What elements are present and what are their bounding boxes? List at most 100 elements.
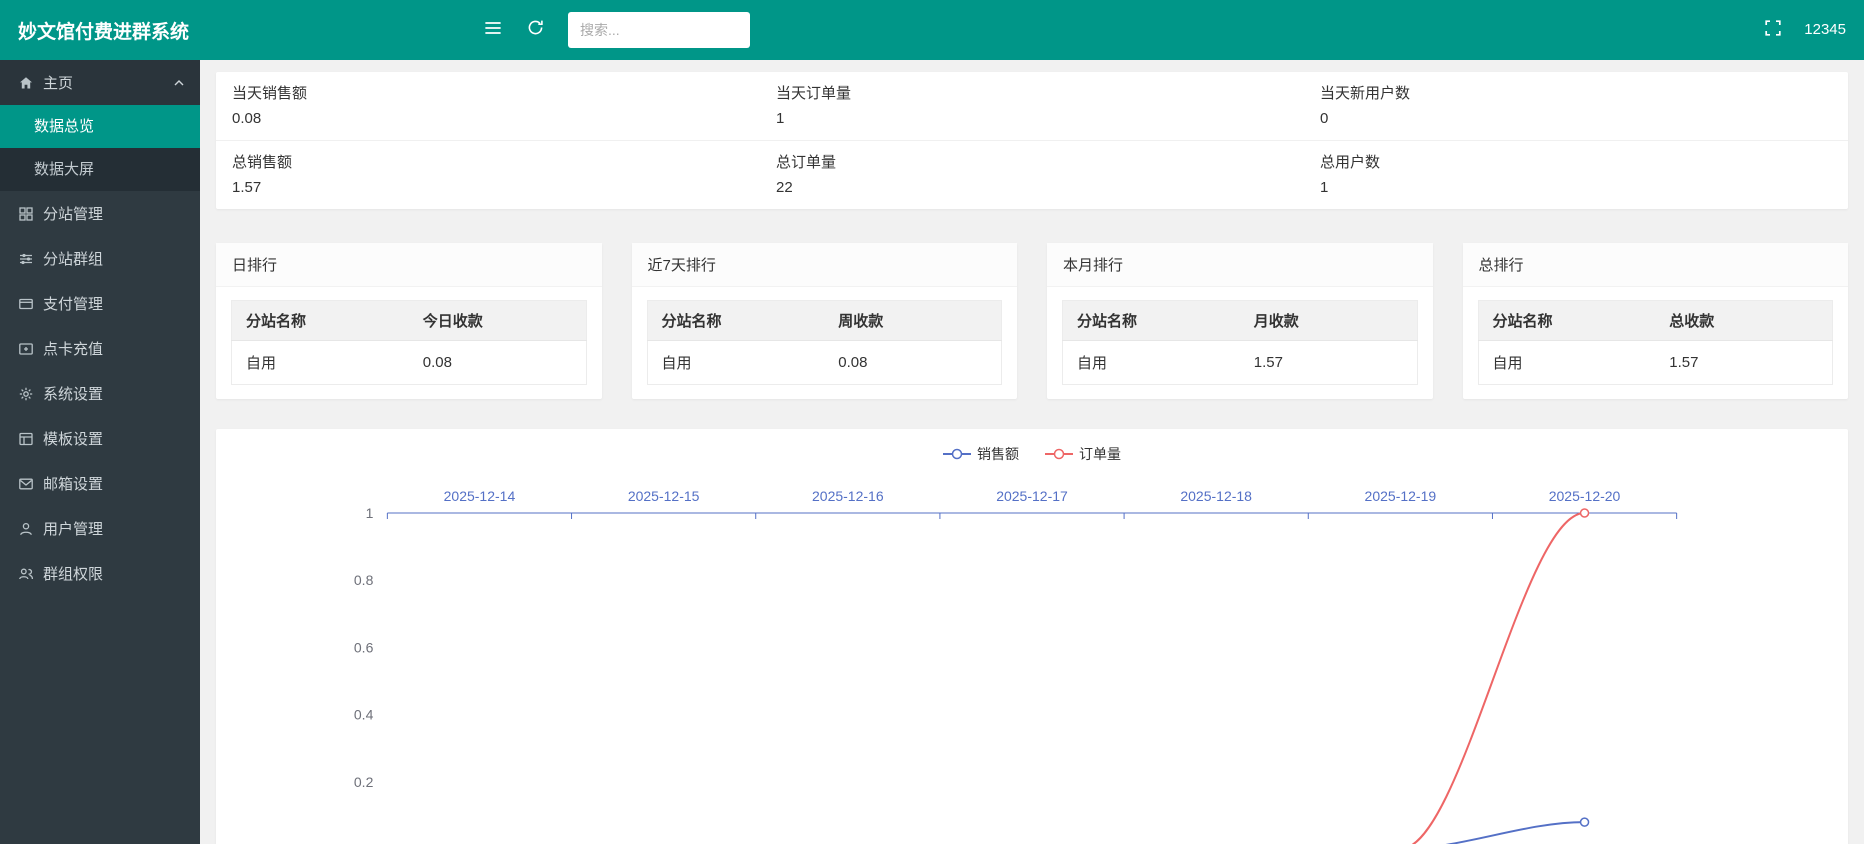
- sidebar-item-data-screen[interactable]: 数据大屏: [0, 148, 200, 191]
- header-search: [568, 12, 750, 48]
- sidebar-item-label: 主页: [43, 72, 73, 93]
- cell-site-name: 自用: [1063, 341, 1240, 385]
- legend-label: 订单量: [1079, 444, 1121, 464]
- cell-amount: 1.57: [1240, 341, 1417, 385]
- svg-text:2025-12-20: 2025-12-20: [1549, 488, 1621, 504]
- stats-row-today: 当天销售额 0.08 当天订单量 1 当天新用户数 0: [216, 72, 1848, 140]
- column-header-site: 分站名称: [1063, 301, 1240, 341]
- fullscreen-icon: [1763, 18, 1783, 43]
- sidebar-item-card-recharge[interactable]: 点卡充值: [0, 326, 200, 371]
- stat-value: 1: [1320, 179, 1848, 196]
- app-title: 妙文馆付费进群系统: [0, 17, 200, 44]
- menu-collapse-button[interactable]: [472, 0, 514, 60]
- sales-chart: 00.20.40.60.812025-12-142025-12-142025-1…: [216, 471, 1848, 844]
- column-header-site: 分站名称: [647, 301, 824, 341]
- sidebar-item-data-overview[interactable]: 数据总览: [0, 105, 200, 148]
- payment-icon: [18, 296, 34, 312]
- gear-icon: [18, 386, 34, 402]
- fullscreen-button[interactable]: [1752, 0, 1794, 60]
- sidebar-item-mail-settings[interactable]: 邮箱设置: [0, 461, 200, 506]
- stat-label: 总用户数: [1320, 151, 1848, 172]
- legend-item[interactable]: 订单量: [1045, 444, 1121, 464]
- svg-text:2025-12-18: 2025-12-18: [1180, 488, 1252, 504]
- ranking-card-title: 本月排行: [1047, 243, 1433, 287]
- sales-chart-card: 销售额订单量 00.20.40.60.812025-12-142025-12-1…: [216, 429, 1848, 844]
- table-row: 自用 1.57: [1063, 341, 1418, 385]
- sidebar-item-system-settings[interactable]: 系统设置: [0, 371, 200, 416]
- svg-text:0.4: 0.4: [354, 707, 374, 723]
- stat-value: 0.08: [232, 110, 760, 127]
- ranking-card-7days: 近7天排行 分站名称 周收款 自用 0.08: [632, 243, 1018, 399]
- sidebar-item-label: 用户管理: [43, 518, 103, 539]
- stat-today-sales: 当天销售额 0.08: [216, 82, 760, 127]
- svg-text:2025-12-15: 2025-12-15: [628, 488, 700, 504]
- svg-text:2025-12-19: 2025-12-19: [1365, 488, 1437, 504]
- cell-site-name: 自用: [232, 341, 409, 385]
- sidebar-item-label: 系统设置: [43, 383, 103, 404]
- stat-value: 22: [776, 179, 1304, 196]
- table-row: 自用 1.57: [1478, 341, 1833, 385]
- sidebar-item-template-settings[interactable]: 模板设置: [0, 416, 200, 461]
- chart-legend: 销售额 订单量: [216, 443, 1848, 465]
- column-header-amount: 今日收款: [409, 301, 586, 341]
- column-header-amount: 总收款: [1655, 301, 1832, 341]
- sidebar-item-substation-manage[interactable]: 分站管理: [0, 191, 200, 236]
- stat-label: 当天订单量: [776, 82, 1304, 103]
- table-row: 自用 0.08: [232, 341, 587, 385]
- sidebar-group-home: 主页 数据总览 数据大屏: [0, 60, 200, 191]
- svg-text:0.6: 0.6: [354, 639, 374, 655]
- sidebar-item-user-manage[interactable]: 用户管理: [0, 506, 200, 551]
- main-content: 当天销售额 0.08 当天订单量 1 当天新用户数 0 总销售额 1.57 总订…: [200, 60, 1864, 844]
- ranking-table: 分站名称 月收款 自用 1.57: [1062, 300, 1418, 385]
- sidebar-item-payment-manage[interactable]: 支付管理: [0, 281, 200, 326]
- search-input[interactable]: [568, 12, 750, 48]
- sidebar-item-substation-groups[interactable]: 分站群组: [0, 236, 200, 281]
- mail-icon: [18, 476, 34, 492]
- column-header-amount: 周收款: [824, 301, 1001, 341]
- stat-total-orders: 总订单量 22: [760, 151, 1304, 196]
- sidebar-item-label: 邮箱设置: [43, 473, 103, 494]
- stat-today-new-users: 当天新用户数 0: [1304, 82, 1848, 127]
- user-icon: [18, 521, 34, 537]
- template-icon: [18, 431, 34, 447]
- hamburger-icon: [483, 18, 503, 43]
- home-icon: [18, 75, 34, 91]
- stat-label: 当天销售额: [232, 82, 760, 103]
- sidebar-submenu: 数据总览 数据大屏: [0, 105, 200, 191]
- ranking-card-title: 近7天排行: [632, 243, 1018, 287]
- legend-label: 销售额: [977, 444, 1019, 464]
- legend-item[interactable]: 销售额: [943, 444, 1019, 464]
- ranking-table: 分站名称 周收款 自用 0.08: [647, 300, 1003, 385]
- username[interactable]: 12345: [1794, 0, 1864, 60]
- sidebar-item-label: 分站群组: [43, 248, 103, 269]
- ranking-card-total: 总排行 分站名称 总收款 自用 1.57: [1463, 243, 1849, 399]
- sidebar-item-label: 支付管理: [43, 293, 103, 314]
- svg-text:2025-12-14: 2025-12-14: [444, 488, 516, 504]
- cell-site-name: 自用: [1478, 341, 1655, 385]
- stat-value: 0: [1320, 110, 1848, 127]
- refresh-icon: [526, 18, 545, 42]
- grid-icon: [18, 206, 34, 222]
- cell-amount: 1.57: [1655, 341, 1832, 385]
- sidebar-item-label: 群组权限: [43, 563, 103, 584]
- ranking-row: 日排行 分站名称 今日收款 自用 0.08 近7天排行: [216, 243, 1848, 399]
- sidebar-item-group-permissions[interactable]: 群组权限: [0, 551, 200, 596]
- column-header-site: 分站名称: [232, 301, 409, 341]
- column-header-site: 分站名称: [1478, 301, 1655, 341]
- refresh-button[interactable]: [514, 0, 556, 60]
- svg-text:2025-12-17: 2025-12-17: [996, 488, 1068, 504]
- card-recharge-icon: [18, 341, 34, 357]
- chevron-up-icon: [174, 80, 184, 86]
- sidebar-item-home[interactable]: 主页: [0, 60, 200, 105]
- stat-total-sales: 总销售额 1.57: [216, 151, 760, 196]
- ranking-card-daily: 日排行 分站名称 今日收款 自用 0.08: [216, 243, 602, 399]
- stat-value: 1.57: [232, 179, 760, 196]
- svg-text:1: 1: [366, 505, 374, 521]
- svg-text:2025-12-16: 2025-12-16: [812, 488, 884, 504]
- cell-amount: 0.08: [409, 341, 586, 385]
- users-icon: [18, 566, 34, 582]
- stat-label: 总销售额: [232, 151, 760, 172]
- sidebar-item-label: 模板设置: [43, 428, 103, 449]
- cell-site-name: 自用: [647, 341, 824, 385]
- stat-today-orders: 当天订单量 1: [760, 82, 1304, 127]
